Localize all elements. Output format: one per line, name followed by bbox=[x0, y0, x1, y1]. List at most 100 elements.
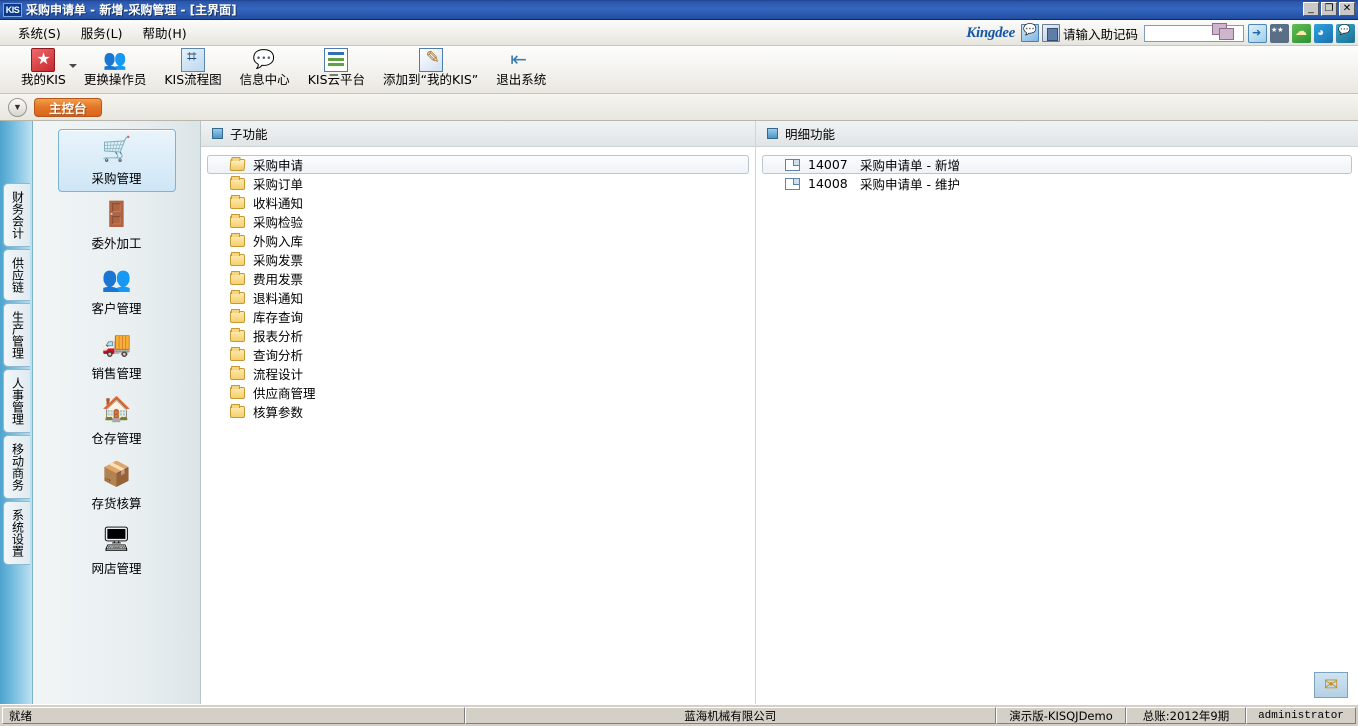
folder-icon bbox=[230, 270, 245, 285]
toolbar-button-kis-flowchart[interactable]: KIS流程图 bbox=[155, 47, 230, 87]
list-item[interactable]: 14008 采购申请单 - 维护 bbox=[762, 174, 1352, 193]
sub-functions-title: 子功能 bbox=[230, 127, 268, 142]
weather-cloud-icon[interactable] bbox=[1292, 23, 1311, 43]
chat-icon[interactable] bbox=[1020, 23, 1039, 42]
list-item[interactable]: 采购发票 bbox=[207, 250, 749, 269]
list-item-label: 库存查询 bbox=[253, 310, 304, 325]
menu-item-system-label: 系统 bbox=[18, 26, 44, 41]
panel-square-icon bbox=[767, 128, 778, 139]
sidebar-item-finance[interactable]: 财务会计 bbox=[3, 183, 30, 247]
purchase-icon: 🛒 bbox=[101, 136, 132, 163]
module-label-outsourcing: 委外加工 bbox=[91, 236, 142, 251]
toolbar-button-info-center[interactable]: 信息中心 bbox=[231, 48, 299, 87]
exit-icon bbox=[509, 47, 533, 72]
list-item[interactable]: 采购订单 bbox=[207, 174, 749, 193]
list-item-label: 采购订单 bbox=[253, 177, 304, 192]
kingdee-brand-logo: Kingdee bbox=[966, 24, 1015, 41]
document-icon bbox=[785, 177, 800, 190]
list-item[interactable]: 外购入库 bbox=[207, 231, 749, 250]
customer-icon: 👥 bbox=[101, 266, 132, 293]
list-item[interactable]: 采购申请 bbox=[207, 155, 749, 174]
sidebar-item-system-settings[interactable]: 系统设置 bbox=[3, 501, 30, 565]
toolbar-label-my-kis: 我的KIS bbox=[21, 72, 66, 87]
sidebar-item-supply-chain[interactable]: 供应链 bbox=[3, 249, 30, 301]
module-purchase-management[interactable]: 🛒 采购管理 bbox=[57, 129, 176, 192]
toolbar-button-change-operator[interactable]: 更换操作员 bbox=[75, 48, 156, 87]
toolbar-button-kis-cloud[interactable]: KIS云平台 bbox=[299, 48, 374, 87]
chat-bubble-icon[interactable] bbox=[1336, 23, 1355, 43]
list-item-code: 14007 bbox=[808, 157, 848, 172]
module-label-purchase-management: 采购管理 bbox=[91, 171, 142, 186]
list-item[interactable]: 查询分析 bbox=[207, 345, 749, 364]
mobile-phone-icon[interactable] bbox=[1041, 24, 1060, 42]
menu-item-system[interactable]: 系统(S) bbox=[8, 20, 71, 45]
toolbar-button-exit-system[interactable]: 退出系统 bbox=[487, 47, 555, 87]
toolbar-label-add-to-my-kis: 添加到“我的KIS” bbox=[383, 72, 479, 87]
folder-icon bbox=[230, 403, 245, 418]
sidebar-label-production: 生产管理 bbox=[10, 311, 25, 359]
list-item-label: 退料通知 bbox=[253, 291, 304, 306]
mail-icon[interactable] bbox=[1314, 672, 1348, 698]
list-item[interactable]: 库存查询 bbox=[207, 307, 749, 326]
tab-dropdown-icon[interactable]: ▼ bbox=[8, 97, 27, 117]
mnemonic-hint-label: 请输入助记码 bbox=[1062, 26, 1138, 42]
sidebar-label-supply-chain: 供应链 bbox=[10, 257, 25, 293]
menu-item-service[interactable]: 服务(L) bbox=[71, 20, 133, 45]
list-item-label: 采购检验 bbox=[253, 215, 304, 230]
folder-icon bbox=[230, 251, 245, 266]
list-item-label: 费用发票 bbox=[253, 272, 304, 287]
cloud-circle-icon[interactable] bbox=[1314, 23, 1333, 43]
module-sales-management[interactable]: 🚚 销售管理 bbox=[58, 324, 176, 387]
module-inventory-accounting[interactable]: 📦 存货核算 bbox=[58, 454, 176, 517]
online-store-icon: 🖥 bbox=[101, 526, 132, 553]
list-item-label: 供应商管理 bbox=[253, 386, 316, 401]
module-label-customer-management: 客户管理 bbox=[91, 301, 142, 316]
panel-square-icon bbox=[212, 128, 223, 139]
list-item[interactable]: 供应商管理 bbox=[207, 383, 749, 402]
list-item[interactable]: 流程设计 bbox=[207, 364, 749, 383]
sidebar-item-hr[interactable]: 人事管理 bbox=[3, 369, 30, 433]
list-item[interactable]: 退料通知 bbox=[207, 288, 749, 307]
status-period: 总账:2012年9期 bbox=[1126, 707, 1246, 724]
sub-functions-panel: 子功能 采购申请 采购订单 收料通知 采购检验 外购入库 采购发票 费用发票 退… bbox=[201, 121, 756, 704]
sidebar-item-mobile-commerce[interactable]: 移动商务 bbox=[3, 435, 30, 499]
module-label-sales-management: 销售管理 bbox=[91, 366, 142, 381]
warehouse-icon: 🏠 bbox=[101, 396, 132, 423]
menu-bar-right-tools: Kingdee 请输入助记码 bbox=[966, 20, 1358, 46]
toolbar-button-add-to-my-kis[interactable]: 添加到“我的KIS” bbox=[374, 48, 487, 87]
favorites-star-icon[interactable] bbox=[1270, 23, 1289, 43]
inventory-accounting-icon: 📦 bbox=[101, 461, 132, 488]
menu-item-system-accel: (S) bbox=[43, 26, 61, 41]
folder-icon bbox=[230, 175, 245, 190]
window-controls: _ ❐ ✕ bbox=[1303, 2, 1355, 16]
list-item[interactable]: 收料通知 bbox=[207, 193, 749, 212]
status-state: 就绪 bbox=[2, 707, 465, 724]
sub-functions-header: 子功能 bbox=[201, 121, 755, 147]
list-item-label: 查询分析 bbox=[253, 348, 304, 363]
module-online-store[interactable]: 🖥 网店管理 bbox=[58, 519, 176, 582]
toolbar-button-my-kis[interactable]: 我的KIS bbox=[12, 48, 77, 87]
list-item[interactable]: 报表分析 bbox=[207, 326, 749, 345]
detail-functions-title: 明细功能 bbox=[785, 127, 836, 142]
folder-icon bbox=[230, 384, 245, 399]
maximize-restore-button[interactable]: ❐ bbox=[1321, 2, 1337, 16]
menu-item-help[interactable]: 帮助(H) bbox=[132, 20, 196, 45]
folder-icon bbox=[230, 308, 245, 323]
minimize-button[interactable]: _ bbox=[1303, 2, 1319, 16]
cascade-windows-icon[interactable] bbox=[1212, 23, 1238, 45]
list-item[interactable]: 14007 采购申请单 - 新增 bbox=[762, 155, 1352, 174]
module-warehouse-management[interactable]: 🏠 仓存管理 bbox=[58, 389, 176, 452]
close-button[interactable]: ✕ bbox=[1339, 2, 1355, 16]
app-logo: KIS bbox=[3, 2, 22, 17]
sidebar-item-production[interactable]: 生产管理 bbox=[3, 303, 30, 367]
tab-console[interactable]: 主控台 bbox=[34, 97, 102, 117]
menu-item-service-label: 服务 bbox=[80, 26, 106, 41]
list-item[interactable]: 核算参数 bbox=[207, 402, 749, 421]
toolbar-label-kis-flowchart: KIS流程图 bbox=[164, 72, 222, 87]
go-arrow-icon[interactable] bbox=[1248, 23, 1267, 43]
list-item[interactable]: 费用发票 bbox=[207, 269, 749, 288]
module-outsourcing[interactable]: 🚪 委外加工 bbox=[58, 194, 176, 257]
module-customer-management[interactable]: 👥 客户管理 bbox=[58, 259, 176, 322]
star-icon bbox=[31, 48, 56, 72]
list-item[interactable]: 采购检验 bbox=[207, 212, 749, 231]
